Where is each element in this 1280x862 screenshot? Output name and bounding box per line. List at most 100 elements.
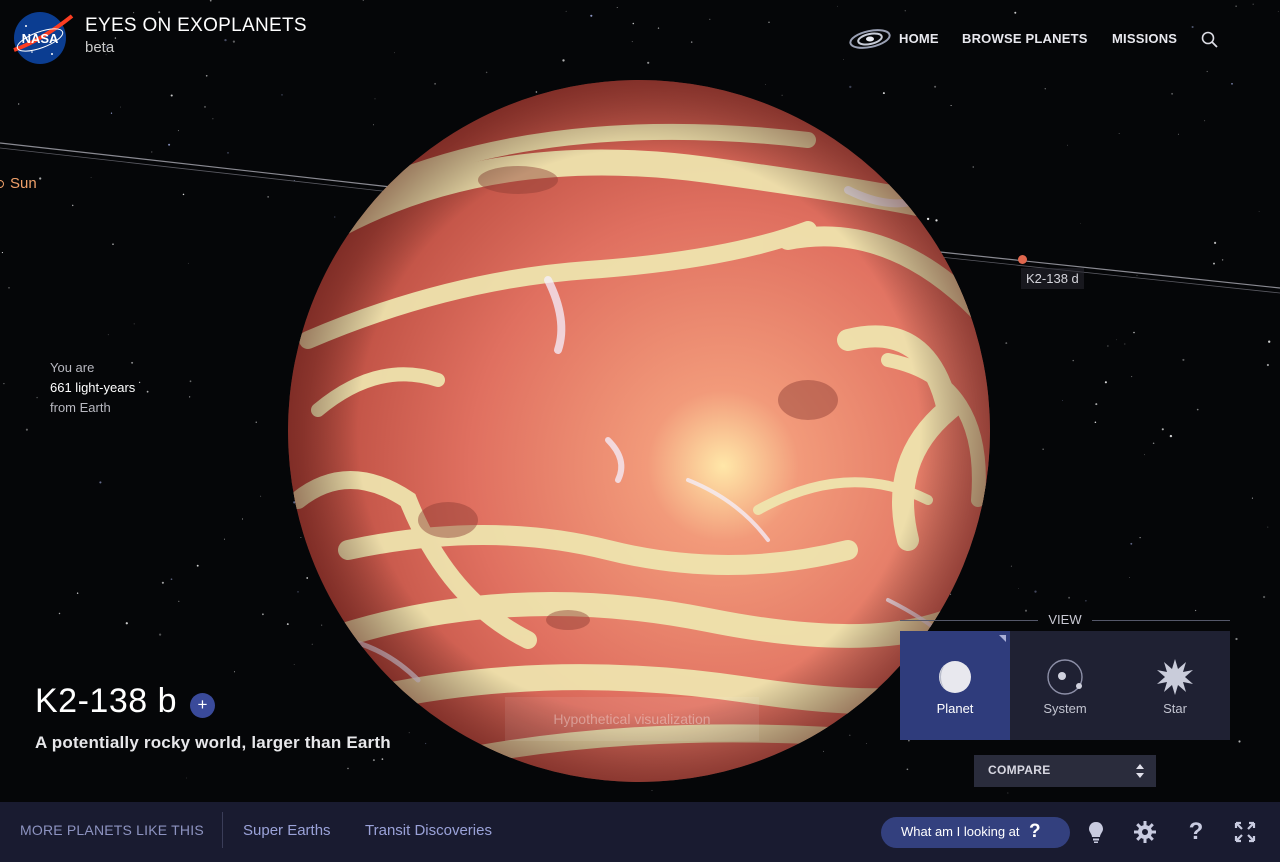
compare-select[interactable]: COMPARE bbox=[974, 755, 1156, 787]
star-dot bbox=[1085, 599, 1087, 602]
star-dot bbox=[647, 61, 650, 64]
star-dot bbox=[177, 130, 179, 132]
star-dot bbox=[1007, 792, 1009, 794]
star-dot bbox=[1014, 11, 1017, 14]
star-dot bbox=[1177, 133, 1179, 135]
star-dot bbox=[1221, 259, 1224, 261]
star-dot bbox=[1024, 609, 1028, 612]
view-system-label: System bbox=[1043, 701, 1087, 716]
lightbulb-icon[interactable] bbox=[1084, 820, 1108, 844]
star-dot bbox=[1258, 211, 1260, 213]
star-dot bbox=[133, 323, 135, 325]
add-planet-button[interactable]: + bbox=[190, 693, 215, 718]
search-icon[interactable] bbox=[1200, 30, 1220, 50]
star-dot bbox=[565, 10, 567, 12]
star-dot bbox=[1010, 565, 1012, 567]
star-dot bbox=[125, 622, 128, 625]
star-dot bbox=[262, 613, 264, 616]
star-dot bbox=[107, 334, 109, 336]
nav-browse-planets[interactable]: BROWSE PLANETS bbox=[962, 31, 1088, 46]
star-dot bbox=[161, 581, 164, 584]
star-dot bbox=[233, 671, 236, 673]
star-dot bbox=[189, 380, 192, 383]
star-dot bbox=[1194, 609, 1197, 612]
star-dot bbox=[1062, 400, 1064, 401]
gear-icon[interactable] bbox=[1133, 820, 1157, 844]
star-dot bbox=[631, 41, 633, 43]
star-dot bbox=[1136, 275, 1138, 277]
fullscreen-icon[interactable] bbox=[1233, 820, 1257, 844]
star-dot bbox=[8, 286, 10, 289]
star-dot bbox=[260, 495, 262, 497]
star-dot bbox=[1252, 3, 1254, 5]
star-dot bbox=[394, 52, 395, 54]
star-dot bbox=[657, 27, 660, 29]
star-dot bbox=[203, 105, 207, 108]
star-dot bbox=[138, 381, 141, 384]
view-planet-label: Planet bbox=[936, 701, 974, 716]
star-dot bbox=[119, 106, 121, 108]
planet-tagline: A potentially rocky world, larger than E… bbox=[35, 733, 391, 752]
orbit-line bbox=[939, 251, 1280, 289]
what-am-i-looking-at-label: What am I looking at bbox=[901, 824, 1020, 839]
star-dot bbox=[182, 193, 185, 196]
sun-label[interactable]: Sun bbox=[0, 175, 37, 192]
galaxy-icon[interactable] bbox=[848, 27, 892, 51]
star-dot bbox=[1116, 339, 1118, 341]
star-dot bbox=[178, 600, 180, 603]
star-dot bbox=[709, 18, 711, 20]
star-dot bbox=[590, 14, 593, 17]
planet-render[interactable] bbox=[288, 80, 990, 782]
neighbor-planet-label[interactable]: K2-138 d bbox=[1021, 268, 1084, 289]
nav-home[interactable]: HOME bbox=[899, 31, 939, 46]
what-am-i-looking-at-button[interactable]: What am I looking at ? bbox=[881, 817, 1070, 848]
star-dot bbox=[1131, 376, 1133, 378]
star-dot bbox=[58, 612, 61, 615]
star-dot bbox=[1080, 223, 1081, 224]
star-dot bbox=[158, 633, 162, 636]
star-dot bbox=[170, 578, 173, 581]
view-planet-button[interactable]: Planet bbox=[900, 631, 1010, 740]
star-dot bbox=[632, 22, 635, 25]
star-dot bbox=[90, 176, 92, 178]
link-transit-discoveries[interactable]: Transit Discoveries bbox=[365, 822, 492, 839]
star-dot bbox=[1238, 740, 1241, 743]
sun-marker-icon bbox=[0, 179, 4, 188]
star-dot bbox=[1067, 144, 1069, 146]
star-dot bbox=[114, 37, 117, 39]
bottom-divider bbox=[222, 812, 223, 848]
distance-readout: You are 661 light-years from Earth bbox=[50, 358, 135, 418]
star-dot bbox=[1, 252, 3, 254]
star-dot bbox=[255, 421, 257, 423]
star-dot bbox=[1034, 590, 1037, 593]
star-dot bbox=[186, 777, 187, 779]
nav-missions[interactable]: MISSIONS bbox=[1112, 31, 1177, 46]
star-dot bbox=[110, 112, 113, 114]
star-dot bbox=[205, 74, 208, 77]
star-dot bbox=[562, 59, 565, 62]
star-dot bbox=[1095, 403, 1098, 406]
star-dot bbox=[904, 10, 906, 12]
star-dot bbox=[1044, 88, 1046, 90]
view-system-button[interactable]: System bbox=[1010, 631, 1120, 740]
neighbor-planet-marker[interactable] bbox=[1018, 255, 1027, 264]
star-dot bbox=[843, 59, 844, 60]
star-dot bbox=[1196, 408, 1199, 411]
star-dot bbox=[281, 94, 283, 96]
nasa-logo[interactable]: NASA bbox=[12, 10, 74, 66]
help-icon[interactable]: ? bbox=[1184, 820, 1208, 844]
star-dot bbox=[1206, 70, 1208, 73]
view-star-label: Star bbox=[1163, 701, 1187, 716]
star-dot bbox=[168, 143, 171, 146]
link-super-earths[interactable]: Super Earths bbox=[243, 822, 331, 839]
view-star-button[interactable]: Star bbox=[1120, 631, 1230, 740]
more-planets-label: MORE PLANETS LIKE THIS bbox=[20, 822, 204, 838]
star-dot bbox=[1133, 331, 1135, 334]
star-dot bbox=[1068, 596, 1071, 599]
star-dot bbox=[616, 7, 618, 8]
star-dot bbox=[112, 243, 114, 245]
star-dot bbox=[1005, 342, 1008, 345]
star-dot bbox=[1204, 120, 1206, 122]
site-title[interactable]: EYES ON EXOPLANETS bbox=[85, 15, 307, 37]
star-dot bbox=[1072, 359, 1074, 362]
